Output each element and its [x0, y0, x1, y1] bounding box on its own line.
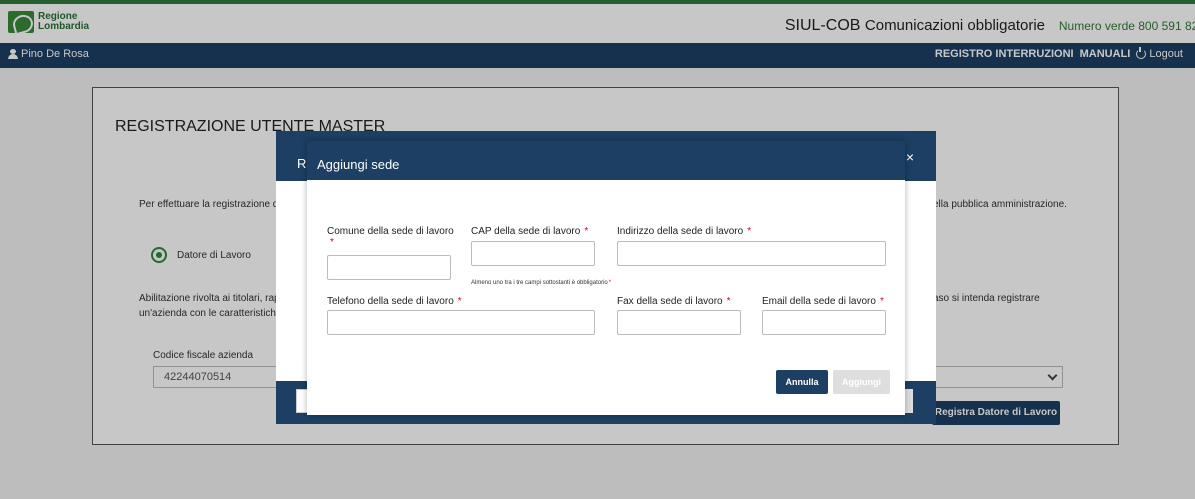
fax-input[interactable]: [617, 310, 741, 335]
email-input[interactable]: [762, 310, 886, 335]
comune-label: Comune della sede di lavoro *: [327, 226, 454, 248]
annulla-button[interactable]: Annulla: [776, 370, 828, 394]
cap-input[interactable]: [471, 241, 595, 266]
required-mark: *: [747, 226, 752, 237]
required-mark: *: [879, 296, 884, 307]
required-mark: *: [726, 296, 731, 307]
email-label: Email della sede di lavoro *: [762, 296, 884, 307]
indirizzo-input[interactable]: [617, 241, 886, 266]
cap-label: CAP della sede di lavoro *: [471, 226, 589, 237]
telefono-label: Telefono della sede di lavoro *: [327, 296, 462, 307]
fax-label: Fax della sede di lavoro *: [617, 296, 731, 307]
required-mark: *: [608, 280, 612, 286]
aggiungi-sede-modal: Aggiungi sede Comune della sede di lavor…: [307, 141, 905, 415]
required-mark: *: [457, 296, 462, 307]
telefono-input[interactable]: [327, 310, 595, 335]
aggiungi-button[interactable]: Aggiungi: [833, 370, 890, 394]
obbligatorio-note: Almeno uno tra i tre campi sottostanti è…: [471, 280, 612, 286]
comune-input[interactable]: [327, 255, 451, 280]
indirizzo-label: Indirizzo della sede di lavoro *: [617, 226, 752, 237]
modal-title: Aggiungi sede: [317, 157, 400, 172]
close-icon[interactable]: ×: [906, 149, 914, 165]
background-modal-title: R: [297, 156, 307, 171]
required-mark: *: [584, 226, 589, 237]
modal-header: Aggiungi sede: [307, 141, 905, 180]
required-mark: *: [330, 237, 334, 248]
